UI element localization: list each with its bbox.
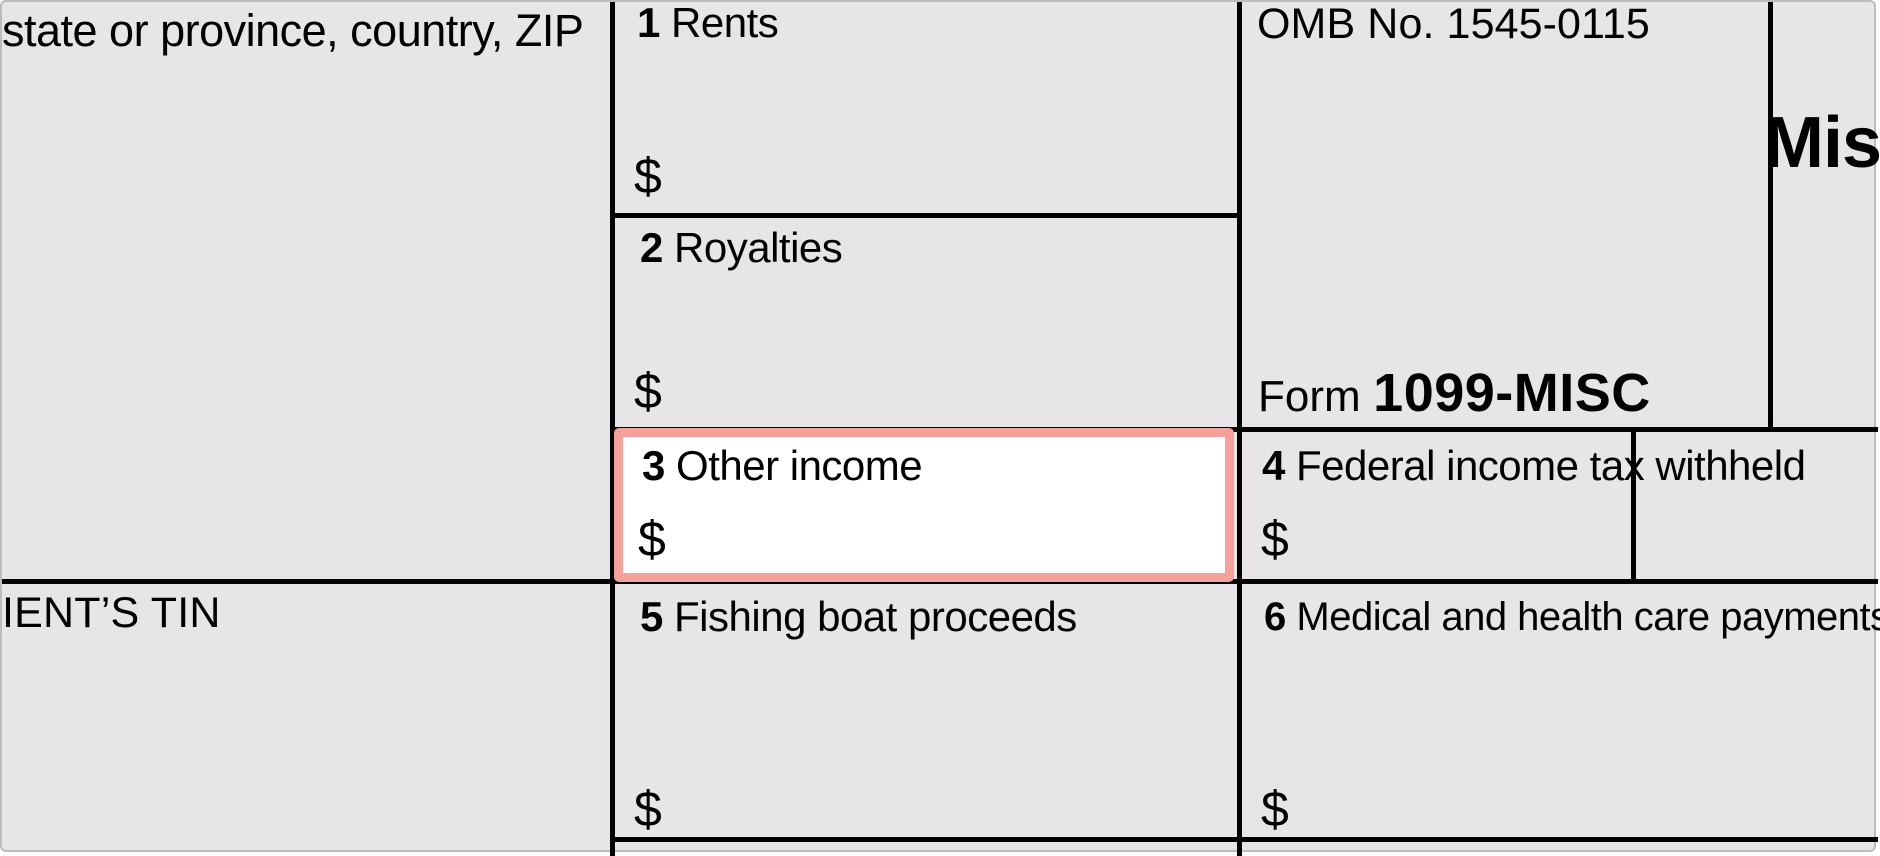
box-2-label: 2 Royalties [640,225,842,271]
form-title-fragment: Mis [1764,102,1880,184]
box-4-text: Federal income tax withheld [1296,442,1805,489]
box-3-text: Other income [676,442,922,489]
omb-number: OMB No. 1545-0115 [1257,1,1650,45]
recipient-tin-label: IENT’S TIN [2,590,221,637]
rule-right-upper [1768,2,1773,427]
box-3-number: 3 [642,442,665,489]
box-5-currency: $ [634,780,662,838]
form-1099-misc-label: Form 1099-MISC [1258,362,1651,424]
form-name: 1099-MISC [1373,363,1651,423]
box-2-text: Royalties [674,224,842,271]
box-1-number: 1 [637,0,660,42]
box-1-label: 1 Rents [637,0,778,42]
box-5-text: Fishing boat proceeds [674,593,1077,640]
box-6-currency: $ [1261,780,1289,838]
payer-address-hint: state or province, country, ZIP [2,6,583,56]
form-1099-misc-crop: state or province, country, ZIP IENT’S T… [0,0,1876,852]
box-4-label: 4 Federal income tax withheld [1262,443,1805,489]
box-6-label: 6 Medical and health care payments [1264,595,1880,639]
box-1-text: Rents [671,0,778,42]
box-3-label: 3 Other income [642,443,922,489]
rule-bottom [610,837,1878,842]
rule-col2 [1237,2,1242,856]
box-5-number: 5 [640,593,663,640]
box-2-number: 2 [640,224,663,271]
box-6-number: 6 [1264,595,1286,639]
box-5-label: 5 Fishing boat proceeds [640,594,1077,640]
box-2-currency: $ [634,362,662,420]
box-3-currency: $ [638,510,666,568]
box-4-currency: $ [1261,510,1289,568]
box-1-currency: $ [634,147,662,205]
form-prefix: Form [1258,372,1361,421]
box-6-text: Medical and health care payments [1296,595,1880,639]
box-4-number: 4 [1262,442,1285,489]
rule-under-box1 [610,213,1238,218]
